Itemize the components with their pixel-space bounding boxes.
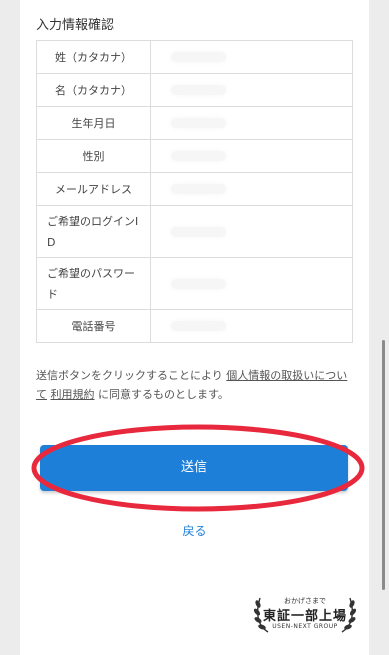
table-row: メールアドレス: [36, 172, 353, 206]
confirmation-table: 姓（カタカナ） 名（カタカナ） 生年月日 性別 メールアドレス ご希望のログイン…: [36, 40, 353, 343]
row-label-birthdate: 生年月日: [36, 106, 151, 140]
masked-value: [171, 321, 226, 331]
listing-badge: おかげさまで 東証一部上場 USEN-NEXT GROUP: [250, 592, 360, 637]
row-value-first-name: [150, 73, 353, 107]
row-value-gender: [150, 139, 353, 173]
scrollbar[interactable]: [382, 0, 385, 655]
row-label-password: ご希望のパスワー ド: [36, 257, 151, 310]
row-value-password: [150, 257, 353, 310]
table-row: 電話番号: [36, 309, 353, 343]
row-label-first-name: 名（カタカナ）: [36, 73, 151, 107]
table-row: 名（カタカナ）: [36, 73, 353, 107]
masked-value: [171, 278, 226, 289]
row-value-phone: [150, 309, 353, 343]
terms-link[interactable]: 利用規約: [51, 388, 95, 401]
masked-value: [171, 85, 226, 95]
table-row: ご希望のパスワー ド: [36, 257, 353, 310]
row-label-phone: 電話番号: [36, 309, 151, 343]
table-row: ご希望のログインI D: [36, 205, 353, 258]
masked-value: [171, 118, 226, 128]
row-value-email: [150, 172, 353, 206]
consent-suffix: に同意するものとします。: [98, 388, 229, 401]
table-row: 生年月日: [36, 106, 353, 140]
row-label-login-id: ご希望のログインI D: [36, 205, 151, 258]
masked-value: [171, 226, 226, 237]
submit-button[interactable]: 送信: [40, 445, 348, 491]
row-value-login-id: [150, 205, 353, 258]
row-label-last-name: 姓（カタカナ）: [36, 40, 151, 74]
badge-group: USEN-NEXT GROUP: [272, 623, 338, 630]
badge-title: 東証一部上場: [262, 609, 347, 624]
row-label-email: メールアドレス: [36, 172, 151, 206]
consent-text: 送信ボタンをクリックすることにより 個人情報の取扱いについて 利用規約 に同意す…: [36, 366, 356, 404]
row-value-birthdate: [150, 106, 353, 140]
masked-value: [171, 151, 226, 161]
consent-prefix: 送信ボタンをクリックすることにより: [36, 369, 223, 382]
row-value-last-name: [150, 40, 353, 74]
back-link[interactable]: 戻る: [20, 522, 369, 539]
table-row: 性別: [36, 139, 353, 173]
row-label-gender: 性別: [36, 139, 151, 173]
masked-value: [171, 184, 226, 194]
page: 入力情報確認 姓（カタカナ） 名（カタカナ） 生年月日 性別 メールアドレス ご…: [20, 0, 369, 655]
scrollbar-thumb[interactable]: [382, 340, 385, 590]
table-row: 姓（カタカナ）: [36, 40, 353, 74]
section-title: 入力情報確認: [36, 18, 115, 33]
masked-value: [171, 52, 226, 62]
